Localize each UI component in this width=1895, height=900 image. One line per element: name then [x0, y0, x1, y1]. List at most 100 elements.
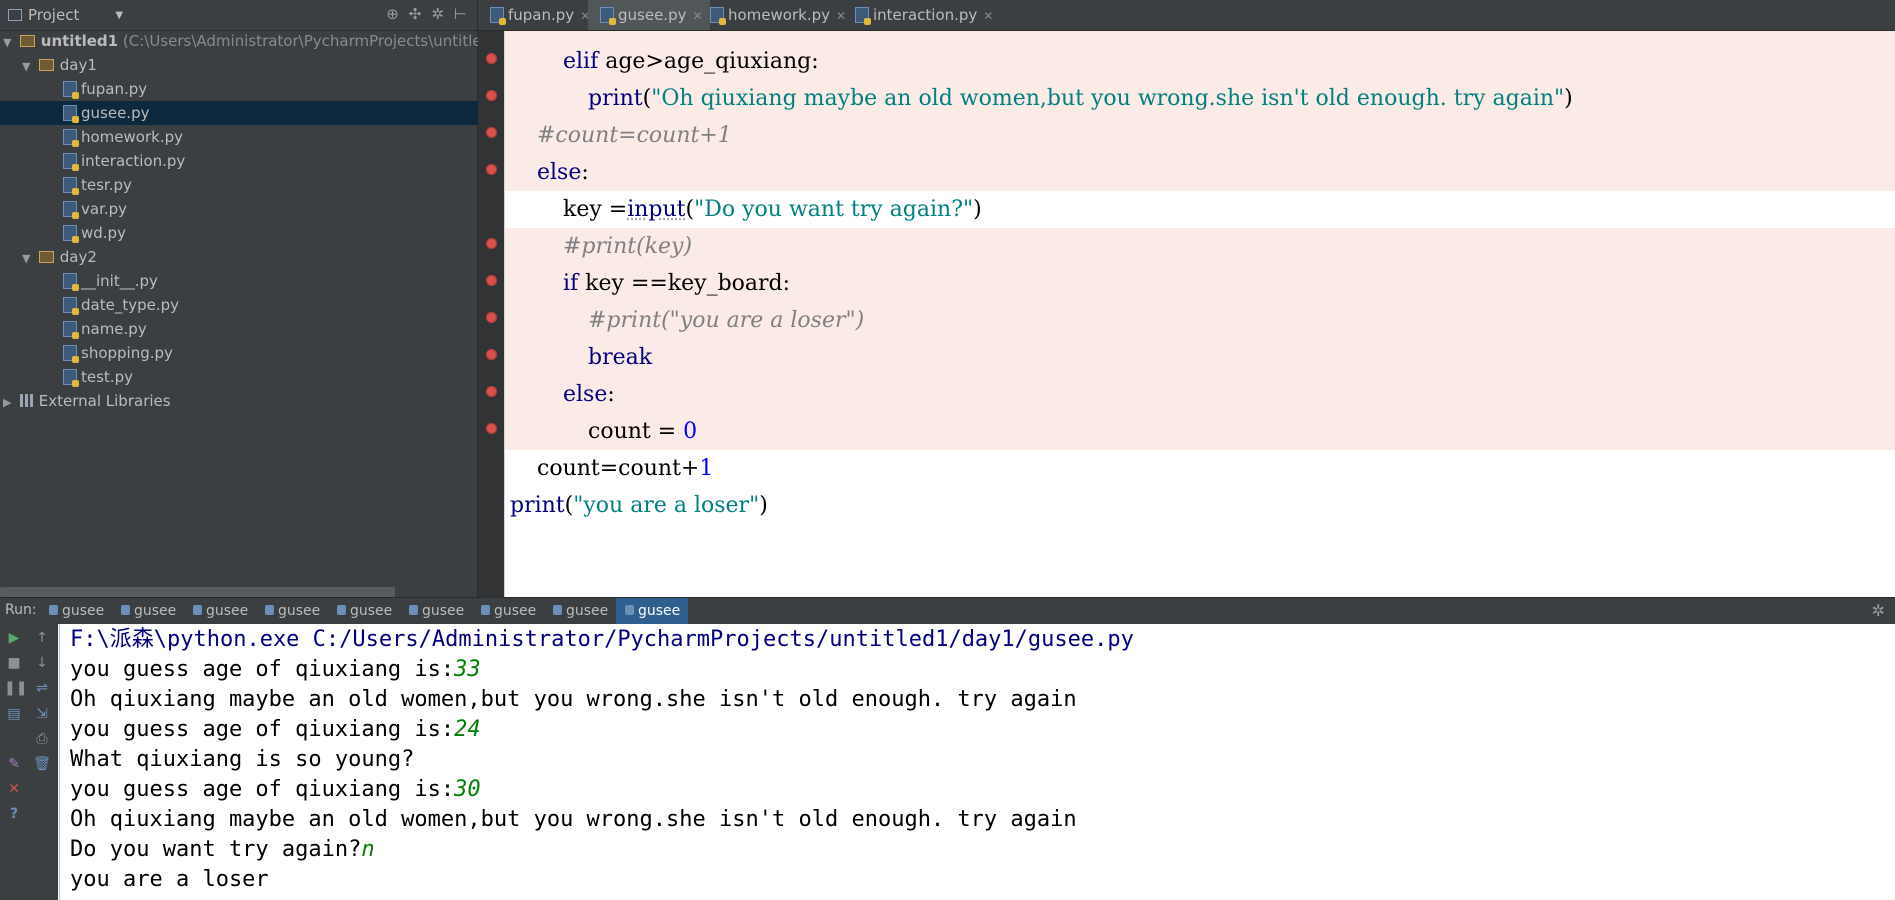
python-file-icon	[63, 320, 79, 339]
project-view-selector[interactable]: Project ▼	[8, 6, 123, 24]
tree-file[interactable]: __init__.py	[0, 269, 540, 293]
horizontal-scrollbar[interactable]	[0, 587, 395, 597]
print-icon[interactable]: ⎙	[32, 729, 52, 749]
project-panel: Project ▼ ⊕ ✣ ✲ ⊢ ▼ untitled1 (C:\Users\…	[0, 0, 540, 597]
rerun-icon[interactable]: ▶	[4, 628, 24, 648]
file-name: tesr.py	[81, 176, 132, 194]
tree-root[interactable]: ▼ untitled1 (C:\Users\Administrator\Pych…	[0, 29, 491, 55]
pin-icon[interactable]: ✎	[4, 754, 24, 774]
root-name: untitled1	[40, 32, 119, 50]
python-file-icon	[855, 6, 871, 25]
expand-arrow-icon[interactable]: ▼	[22, 247, 34, 271]
run-tab[interactable]: gusee	[400, 598, 472, 624]
tree-external-libraries[interactable]: ▶ External Libraries	[0, 389, 480, 413]
breakpoint-icon[interactable]	[486, 53, 497, 64]
folder-name: day2	[59, 248, 97, 266]
code-line-current: key =input("Do you want try again?")	[505, 191, 1895, 228]
python-file-icon	[63, 272, 79, 291]
soft-wrap-icon[interactable]: ⇌	[32, 678, 52, 698]
scroll-up-icon[interactable]: ↑	[32, 628, 52, 648]
pause-icon[interactable]: ❚❚	[4, 678, 27, 698]
tree-file-selected[interactable]: gusee.py	[0, 101, 540, 125]
collapse-icon[interactable]: ✣	[409, 5, 422, 23]
trash-icon[interactable]: 🗑	[32, 754, 52, 774]
expand-arrow-icon[interactable]: ▼	[22, 55, 34, 79]
python-file-icon	[490, 6, 506, 25]
number-literal: 0	[683, 419, 698, 444]
run-console[interactable]: F:\派森\python.exe C:/Users/Administrator/…	[59, 624, 1895, 900]
code-text: )	[1564, 86, 1573, 111]
gear-icon[interactable]: ✲	[431, 5, 444, 23]
run-tab-active[interactable]: gusee	[616, 598, 688, 624]
breakpoint-icon[interactable]	[486, 386, 497, 397]
console-line: Oh qiuxiang maybe an old women,but you w…	[70, 807, 1077, 832]
tree-file[interactable]: interaction.py	[0, 149, 540, 173]
folder-icon	[38, 58, 54, 71]
run-tab[interactable]: gusee	[184, 598, 256, 624]
file-name: name.py	[81, 320, 147, 338]
console-prompt: Do you want try again?	[70, 837, 362, 862]
layout-icon[interactable]: ▤	[4, 704, 24, 724]
code-line: print("you are a loser")	[505, 487, 1895, 524]
tab-fupan[interactable]: fupan.py ✕	[478, 0, 600, 30]
close-icon[interactable]: ✕	[4, 779, 24, 799]
run-tab[interactable]: gusee	[40, 598, 112, 624]
run-tab[interactable]: gusee	[472, 598, 544, 624]
tab-interaction[interactable]: interaction.py ✕	[843, 0, 1005, 30]
code-text: count=count+	[537, 456, 700, 481]
breakpoint-icon[interactable]	[486, 423, 497, 434]
external-libraries-label: External Libraries	[38, 392, 171, 410]
help-icon[interactable]: ?	[4, 804, 24, 824]
breakpoint-icon[interactable]	[486, 312, 497, 323]
tree-file[interactable]: homework.py	[0, 125, 540, 149]
tree-file[interactable]: tesr.py	[0, 173, 540, 197]
run-tab[interactable]: gusee	[256, 598, 328, 624]
editor-gutter[interactable]	[478, 31, 505, 597]
tab-homework[interactable]: homework.py ✕	[698, 0, 855, 30]
scroll-to-end-icon[interactable]: ⇲	[32, 704, 52, 724]
breakpoint-icon[interactable]	[486, 238, 497, 249]
python-file-icon	[63, 296, 79, 315]
console-prompt: you guess age of qiuxiang is:	[70, 717, 455, 742]
tree-file[interactable]: var.py	[0, 197, 540, 221]
console-line: you are a loser	[70, 867, 269, 892]
code-line: count = 0	[505, 413, 1895, 450]
run-tab-label: gusee	[206, 603, 249, 619]
tree-file[interactable]: fupan.py	[0, 77, 540, 101]
hide-icon[interactable]: ⊢	[454, 5, 467, 23]
code-line: #count=count+1	[505, 117, 1895, 154]
breakpoint-icon[interactable]	[486, 349, 497, 360]
code-text: )	[973, 197, 982, 222]
python-file-icon	[63, 224, 79, 243]
python-run-icon	[265, 605, 274, 615]
breakpoint-icon[interactable]	[486, 164, 497, 175]
run-tab[interactable]: gusee	[112, 598, 184, 624]
expand-arrow-icon[interactable]: ▼	[3, 31, 15, 55]
tree-folder-day1[interactable]: ▼ day1	[0, 53, 499, 77]
run-tab[interactable]: gusee	[328, 598, 400, 624]
tree-file[interactable]: wd.py	[0, 221, 540, 245]
collapsed-arrow-icon[interactable]: ▶	[3, 391, 15, 415]
sync-icon[interactable]: ⊕	[386, 5, 399, 23]
tree-file[interactable]: shopping.py	[0, 341, 540, 365]
breakpoint-icon[interactable]	[486, 90, 497, 101]
gear-icon[interactable]: ✲	[1872, 601, 1885, 620]
breakpoint-icon[interactable]	[486, 275, 497, 286]
code-editor[interactable]: elif age>age_qiuxiang: print("Oh qiuxian…	[505, 31, 1895, 597]
python-run-icon	[409, 605, 418, 615]
file-name: fupan.py	[81, 80, 148, 98]
tree-file[interactable]: date_type.py	[0, 293, 540, 317]
tab-gusee[interactable]: gusee.py ✕	[588, 0, 710, 30]
file-name: date_type.py	[81, 296, 179, 314]
close-icon[interactable]: ✕	[983, 9, 993, 23]
stop-icon[interactable]: ■	[4, 653, 24, 673]
python-file-icon	[63, 344, 79, 363]
tree-folder-day2[interactable]: ▼ day2	[0, 245, 499, 269]
tree-file[interactable]: name.py	[0, 317, 540, 341]
python-run-icon	[481, 605, 490, 615]
scroll-down-icon[interactable]: ↓	[32, 653, 52, 673]
breakpoint-icon[interactable]	[486, 127, 497, 138]
run-tab[interactable]: gusee	[544, 598, 616, 624]
tree-file[interactable]: test.py	[0, 365, 540, 389]
project-icon	[8, 9, 22, 21]
